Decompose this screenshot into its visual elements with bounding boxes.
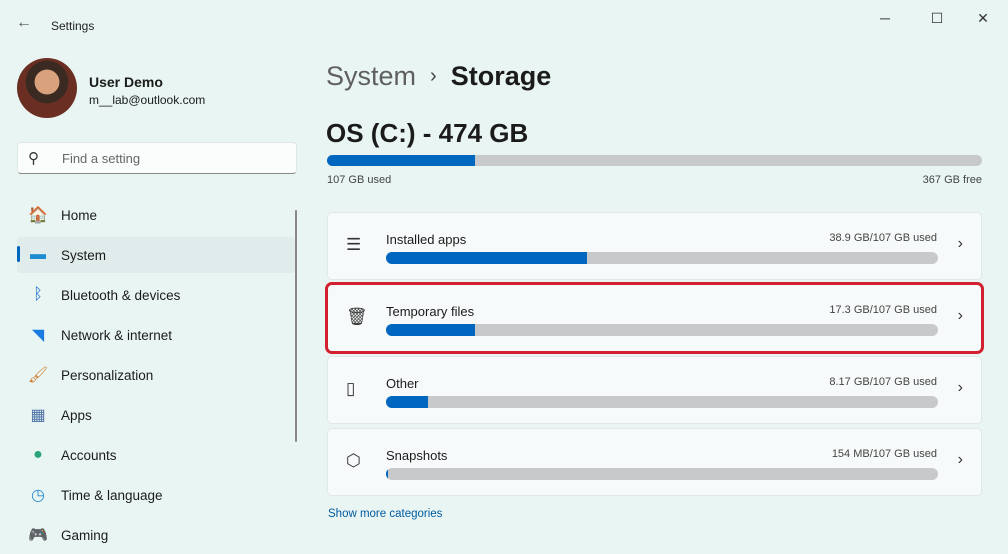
maximize-button[interactable]: ☐ [922, 6, 952, 30]
sidebar-item-label: Gaming [61, 527, 109, 543]
category-temporary-files[interactable]: 🗑 Temporary files 17.3 GB/107 GB used › [325, 282, 984, 354]
sidebar-item-gaming[interactable]: 🎮 Gaming [17, 517, 295, 553]
user-name: User Demo [89, 74, 163, 90]
sidebar-item-label: Accounts [61, 447, 117, 463]
sidebar-item-label: Time & language [61, 487, 163, 503]
minimize-button[interactable]: ─ [870, 6, 900, 30]
search-icon: ⚲ [28, 150, 39, 167]
snapshot-icon: ⬡ [346, 451, 361, 470]
sidebar-item-personalization[interactable]: 🖌 Personalization [17, 357, 295, 393]
category-usage-fill [386, 324, 476, 336]
category-usage-bar [386, 468, 938, 480]
list-icon: ☰ [346, 235, 362, 254]
selected-indicator [17, 246, 20, 262]
breadcrumb: System › Storage [326, 61, 551, 92]
chevron-right-icon: › [957, 451, 963, 468]
category-usage-fill [386, 396, 428, 408]
search-input[interactable]: ⚲ Find a setting [17, 142, 297, 174]
sidebar-item-accounts[interactable]: ● Accounts [17, 437, 295, 473]
category-name: Installed apps [386, 232, 467, 247]
category-name: Snapshots [386, 448, 448, 463]
bluetooth-icon: ᛒ [33, 286, 43, 303]
category-usage-bar [386, 252, 938, 264]
sidebar-item-label: Apps [61, 407, 92, 423]
document-icon: ▯ [346, 379, 356, 398]
wifi-icon: ◥ [31, 327, 45, 344]
sidebar-item-label: Personalization [61, 367, 154, 383]
home-icon: 🏠 [28, 207, 48, 224]
category-installed-apps[interactable]: ☰ Installed apps 38.9 GB/107 GB used › [327, 212, 982, 280]
gamepad-icon: 🎮 [28, 527, 48, 544]
sidebar-item-time-language[interactable]: ◷ Time & language [17, 477, 295, 513]
category-usage-bar [386, 396, 938, 408]
sidebar-item-apps[interactable]: ▦ Apps [17, 397, 295, 433]
show-more-categories-link[interactable]: Show more categories [328, 508, 442, 520]
clock-icon: ◷ [31, 487, 45, 504]
chevron-right-icon: › [957, 379, 963, 396]
category-usage-bar [386, 324, 938, 336]
category-usage: 17.3 GB/107 GB used [829, 304, 937, 316]
drive-free-label: 367 GB free [922, 174, 982, 186]
breadcrumb-separator: › [430, 65, 437, 87]
sidebar-item-label: System [61, 247, 107, 263]
category-usage-fill [386, 252, 587, 264]
category-other[interactable]: ▯ Other 8.17 GB/107 GB used › [327, 356, 982, 424]
avatar[interactable] [17, 58, 77, 118]
accounts-icon: ● [33, 446, 43, 463]
category-snapshots[interactable]: ⬡ Snapshots 154 MB/107 GB used › [327, 428, 982, 496]
chevron-right-icon: › [957, 235, 963, 252]
chevron-right-icon: › [957, 307, 963, 324]
back-button[interactable]: ← [16, 14, 32, 32]
drive-usage-fill [327, 155, 476, 166]
sidebar-item-home[interactable]: 🏠 Home [17, 197, 295, 233]
sidebar-item-system[interactable]: ▬ System [17, 237, 295, 273]
category-usage: 38.9 GB/107 GB used [829, 232, 937, 244]
trash-icon: 🗑 [346, 307, 368, 326]
search-placeholder: Find a setting [62, 151, 141, 166]
apps-icon: ▦ [30, 407, 46, 424]
window-title: Settings [51, 19, 95, 33]
brush-icon: 🖌 [27, 367, 49, 384]
category-name: Other [386, 376, 419, 391]
breadcrumb-system[interactable]: System [326, 61, 416, 92]
sidebar-item-label: Bluetooth & devices [61, 287, 181, 303]
sidebar-item-label: Network & internet [61, 327, 173, 343]
sidebar-item-network-internet[interactable]: ◥ Network & internet [17, 317, 295, 353]
category-usage: 154 MB/107 GB used [831, 448, 937, 460]
sidebar-item-label: Home [61, 207, 98, 223]
page-title: Storage [450, 61, 552, 91]
system-icon: ▬ [30, 246, 46, 263]
sidebar-scrollbar[interactable] [295, 210, 297, 442]
category-usage-fill [386, 468, 388, 480]
user-email: m__lab@outlook.com [89, 93, 206, 107]
drive-usage-bar [327, 155, 982, 166]
close-button[interactable]: ✕ [968, 6, 998, 30]
category-name: Temporary files [386, 304, 475, 319]
drive-used-label: 107 GB used [327, 174, 392, 186]
category-usage: 8.17 GB/107 GB used [829, 376, 937, 388]
drive-title: OS (C:) - 474 GB [326, 118, 529, 148]
sidebar-item-bluetooth-devices[interactable]: ᛒ Bluetooth & devices [17, 277, 295, 313]
